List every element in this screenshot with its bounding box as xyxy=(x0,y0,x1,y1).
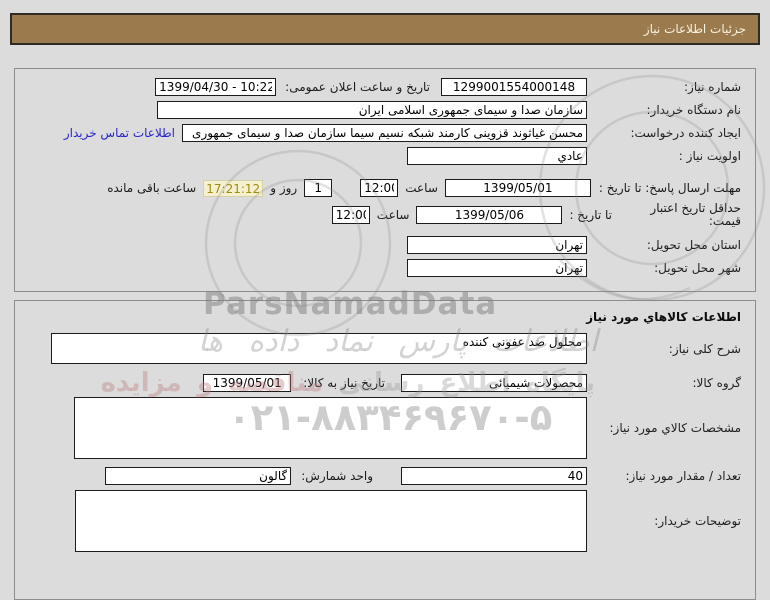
row-goods-group: گروه کالا: تاریخ نیاز به کالا: xyxy=(25,374,741,392)
buyer-contact-link[interactable]: اطلاعات تماس خریدار xyxy=(64,126,175,140)
need-description-label: شرح کلی نیاز: xyxy=(668,341,741,356)
announce-datetime-label: تاریخ و ساعت اعلان عمومی: xyxy=(285,80,430,94)
request-creator-input[interactable] xyxy=(182,124,587,142)
price-validity-label: حداقل تاریخ اعتبار قیمت: xyxy=(650,201,741,228)
need-number-input[interactable] xyxy=(441,78,587,96)
delivery-city-label: شهر محل تحویل: xyxy=(654,261,741,275)
priority-input[interactable] xyxy=(407,147,587,165)
details-title-bar: جزئیات اطلاعات نیاز xyxy=(10,13,760,45)
row-quantity: تعداد / مقدار مورد نیاز: واحد شمارش: xyxy=(25,467,741,485)
goods-group-input[interactable] xyxy=(401,374,587,392)
price-validity-hour-input[interactable] xyxy=(331,206,370,224)
buyer-org-label: نام دستگاه خریدار: xyxy=(646,103,742,117)
delivery-province-input[interactable] xyxy=(407,236,587,254)
row-priority: اولویت نیاز : xyxy=(25,147,741,165)
goods-specs-label: مشخصات کالاي مورد نیاز: xyxy=(609,421,741,435)
need-date-input[interactable] xyxy=(203,374,292,392)
unit-label: واحد شمارش: xyxy=(301,469,373,483)
need-info-panel: شماره نیاز: تاریخ و ساعت اعلان عمومی: نا… xyxy=(14,68,756,292)
row-delivery-city: شهر محل تحویل: xyxy=(25,259,741,277)
buyer-org-input[interactable] xyxy=(157,101,587,119)
countdown-timer: 17:21:12 xyxy=(203,179,264,197)
page-title: جزئیات اطلاعات نیاز xyxy=(643,22,746,36)
price-validity-until-label: تا تاریخ : xyxy=(569,208,612,222)
delivery-province-label: استان محل تحویل: xyxy=(646,238,741,252)
quantity-input[interactable] xyxy=(401,467,587,485)
row-need-number: شماره نیاز: تاریخ و ساعت اعلان عمومی: xyxy=(25,78,741,96)
goods-group-label: گروه کالا: xyxy=(692,376,742,390)
reply-deadline-date-input[interactable] xyxy=(444,179,591,197)
row-goods-specs: مشخصات کالاي مورد نیاز: xyxy=(25,397,741,459)
announce-datetime-input[interactable] xyxy=(155,78,277,96)
goods-specs-textarea[interactable] xyxy=(74,397,587,459)
price-validity-date-input[interactable] xyxy=(416,206,563,224)
countdown-label: ساعت باقی مانده xyxy=(107,181,197,195)
row-reply-deadline: مهلت ارسال پاسخ: تا تاریخ : ساعت روز و 1… xyxy=(25,179,741,197)
need-description-textarea[interactable]: محلول ضد عفونی کننده xyxy=(51,333,587,364)
row-delivery-province: استان محل تحویل: xyxy=(25,236,741,254)
buyer-notes-textarea[interactable] xyxy=(75,490,587,552)
goods-section-title: اطلاعات کالاهاي مورد نیاز xyxy=(586,310,741,324)
row-need-description: شرح کلی نیاز: محلول ضد عفونی کننده xyxy=(25,333,741,364)
buyer-notes-label: توضیحات خریدار: xyxy=(654,514,741,528)
unit-input[interactable] xyxy=(105,467,292,485)
delivery-city-input[interactable] xyxy=(407,259,587,277)
goods-info-panel: اطلاعات کالاهاي مورد نیاز شرح کلی نیاز: … xyxy=(14,300,756,600)
row-buyer-org: نام دستگاه خریدار: xyxy=(25,101,741,119)
request-creator-label: ایجاد کننده درخواست: xyxy=(630,126,741,140)
reply-deadline-label: مهلت ارسال پاسخ: تا تاریخ : xyxy=(598,181,741,195)
row-request-creator: ایجاد کننده درخواست: اطلاعات تماس خریدار xyxy=(25,124,741,142)
row-price-validity: حداقل تاریخ اعتبار قیمت: تا تاریخ : ساعت xyxy=(25,202,741,228)
need-date-label: تاریخ نیاز به کالا: xyxy=(303,376,385,390)
remaining-days-input[interactable] xyxy=(304,179,333,197)
need-number-label: شماره نیاز: xyxy=(684,80,741,94)
priority-label: اولویت نیاز : xyxy=(678,149,741,163)
reply-deadline-hour-label: ساعت xyxy=(405,181,438,195)
price-validity-hour-label: ساعت xyxy=(376,208,410,222)
quantity-label: تعداد / مقدار مورد نیاز: xyxy=(625,469,741,483)
reply-deadline-hour-input[interactable] xyxy=(360,179,399,197)
row-buyer-notes: توضیحات خریدار: xyxy=(25,490,741,552)
remaining-days-label: روز و xyxy=(270,181,298,195)
